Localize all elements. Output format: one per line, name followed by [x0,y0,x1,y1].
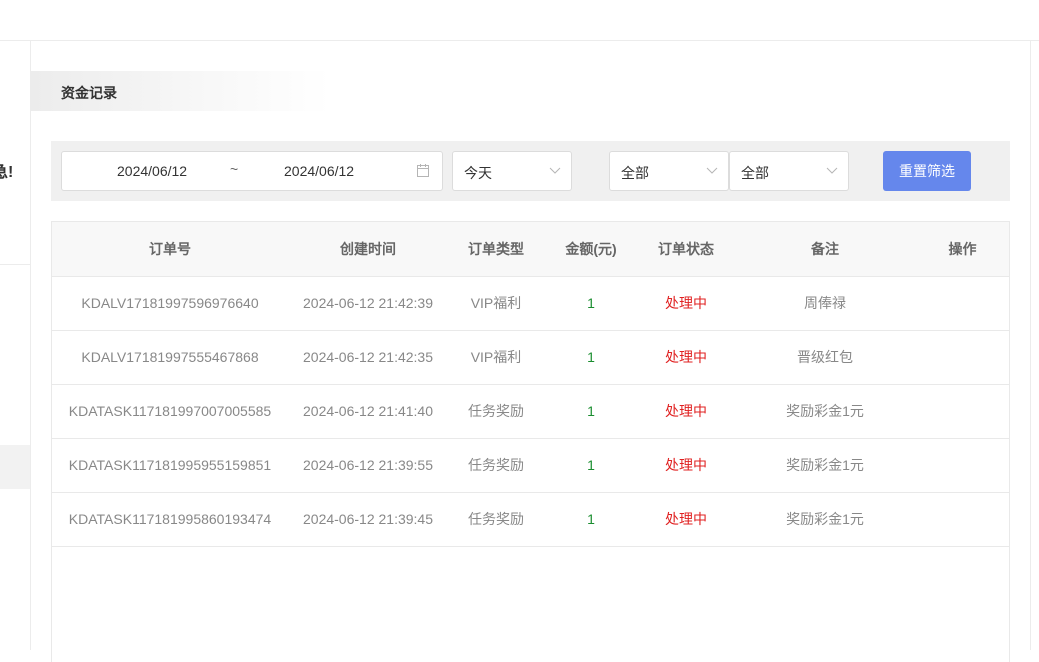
sidebar-clipped-text: 急! [0,164,14,181]
chevron-down-icon [826,167,838,174]
cell-note: 奖励彩金1元 [734,438,916,493]
cell-amount: 1 [544,492,638,547]
column-header-order-no: 订单号 [52,222,288,277]
cell-type: VIP福利 [448,330,544,385]
cell-note: 周俸禄 [734,276,916,331]
table-row: KDALV17181997555467868 2024-06-12 21:42:… [52,330,1009,385]
chevron-down-icon [706,167,718,174]
cell-amount: 1 [544,276,638,331]
table-row: KDALV17181997596976640 2024-06-12 21:42:… [52,276,1009,331]
date-end-field[interactable]: 2024/06/12 [284,163,354,179]
cell-order-no: KDALV17181997555467868 [52,330,288,385]
sidebar-divider [0,264,30,265]
table-row: KDATASK117181995860193474 2024-06-12 21:… [52,492,1009,547]
cell-action [916,384,1009,439]
records-table: 订单号 创建时间 订单类型 金额(元) 订单状态 备注 操作 KDALV1718… [51,221,1010,662]
status-select[interactable]: 全部 [729,151,849,191]
cell-created: 2024-06-12 21:42:39 [288,276,448,331]
cell-action [916,492,1009,547]
main-content: 资金记录 2024/06/12 ~ 2024/06/12 今天 全部 全部 重置… [31,41,1031,662]
cell-type: VIP福利 [448,276,544,331]
cell-created: 2024-06-12 21:39:55 [288,438,448,493]
cell-order-no: KDATASK117181995955159851 [52,438,288,493]
table-row: KDATASK117181997007005585 2024-06-12 21:… [52,384,1009,439]
cell-amount: 1 [544,384,638,439]
column-header-note: 备注 [734,222,916,277]
cell-status: 处理中 [638,492,734,547]
column-header-type: 订单类型 [448,222,544,277]
date-separator: ~ [230,161,239,177]
cell-note: 奖励彩金1元 [734,492,916,547]
column-header-amount: 金额(元) [544,222,638,277]
top-bar [0,0,1039,41]
date-range-select-value: 今天 [464,165,492,181]
reset-filters-button[interactable]: 重置筛选 [883,151,971,191]
sidebar: 急! [0,41,31,650]
sidebar-active-item[interactable] [0,445,30,489]
table-row: KDATASK117181995955159851 2024-06-12 21:… [52,438,1009,493]
cell-type: 任务奖励 [448,384,544,439]
cell-note: 奖励彩金1元 [734,384,916,439]
type-select[interactable]: 全部 [609,151,729,191]
cell-action [916,330,1009,385]
cell-action [916,438,1009,493]
section-header: 资金记录 [31,71,331,111]
date-start-field[interactable]: 2024/06/12 [117,163,187,179]
cell-order-no: KDALV17181997596976640 [52,276,288,331]
cell-created: 2024-06-12 21:42:35 [288,330,448,385]
cell-type: 任务奖励 [448,492,544,547]
cell-status: 处理中 [638,438,734,493]
column-header-action: 操作 [916,222,1009,277]
cell-created: 2024-06-12 21:39:45 [288,492,448,547]
date-range-select[interactable]: 今天 [452,151,572,191]
date-range-picker[interactable]: 2024/06/12 ~ 2024/06/12 [61,151,443,191]
cell-status: 处理中 [638,330,734,385]
cell-action [916,276,1009,331]
cell-amount: 1 [544,330,638,385]
cell-note: 晋级红包 [734,330,916,385]
column-header-status: 订单状态 [638,222,734,277]
status-select-value: 全部 [741,165,769,181]
chevron-down-icon [549,167,561,174]
cell-order-no: KDATASK117181997007005585 [52,384,288,439]
cell-created: 2024-06-12 21:41:40 [288,384,448,439]
cell-status: 处理中 [638,276,734,331]
table-header-row: 订单号 创建时间 订单类型 金额(元) 订单状态 备注 操作 [52,222,1009,277]
cell-status: 处理中 [638,384,734,439]
cell-amount: 1 [544,438,638,493]
cell-order-no: KDATASK117181995860193474 [52,492,288,547]
type-select-value: 全部 [621,165,649,181]
filter-bar: 2024/06/12 ~ 2024/06/12 今天 全部 全部 重置筛选 [51,141,1010,201]
column-header-created: 创建时间 [288,222,448,277]
page-title: 资金记录 [61,85,117,101]
calendar-icon[interactable] [417,164,429,177]
cell-type: 任务奖励 [448,438,544,493]
